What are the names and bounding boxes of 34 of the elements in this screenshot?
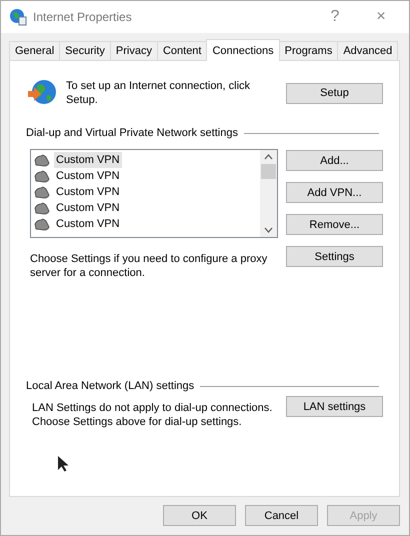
connection-button[interactable]: Add... — [286, 150, 383, 171]
app-icon — [9, 8, 27, 26]
list-item[interactable]: Custom VPN — [54, 152, 122, 168]
connection-button[interactable]: Add VPN... — [286, 182, 383, 203]
list-item[interactable]: Custom VPN — [54, 168, 122, 184]
settings-button[interactable]: Settings — [286, 246, 383, 267]
connection-icon — [34, 154, 50, 166]
scrollbar[interactable] — [260, 150, 277, 237]
tab[interactable]: Advanced — [337, 41, 398, 61]
section-heading: Local Area Network (LAN) settings — [26, 380, 194, 392]
proxy-text: Choose Settings if you need to configure a proxy server for a connection. — [30, 252, 268, 280]
connection-icon — [34, 170, 50, 182]
section-heading: Dial-up and Virtual Private Network settings — [26, 127, 238, 139]
list-item[interactable]: Custom VPN — [54, 184, 122, 200]
list-item[interactable]: Custom VPN — [54, 216, 122, 232]
setup-button[interactable]: Setup — [286, 82, 383, 104]
help-button[interactable]: ? — [315, 8, 355, 26]
connection-icon — [34, 218, 50, 230]
list-item[interactable]: Custom VPN — [54, 200, 122, 216]
setup-text: To set up an Internet connection, click Setup. — [66, 79, 252, 107]
connection-button[interactable]: Remove... — [286, 214, 383, 235]
lan-settings-button[interactable]: LAN settings — [286, 396, 383, 417]
connection-icon — [34, 186, 50, 198]
window-title: Internet Properties — [33, 10, 133, 24]
lan-text: LAN Settings do not apply to dial-up connections. Choose Settings above for dial-up settings. — [32, 401, 274, 429]
connection-icon — [34, 202, 50, 214]
tab[interactable]: General — [9, 41, 60, 61]
scroll-thumb[interactable] — [261, 164, 276, 179]
connection-list[interactable]: Custom VPN Custom VPN Custom VPN Custom VPN Custom VPN — [30, 149, 278, 238]
tab[interactable]: Connections — [206, 39, 280, 61]
dialog-button[interactable]: OK — [163, 505, 236, 526]
cursor-icon — [57, 455, 69, 473]
close-button[interactable]: × — [361, 8, 401, 26]
dialog-button[interactable]: Cancel — [245, 505, 318, 526]
